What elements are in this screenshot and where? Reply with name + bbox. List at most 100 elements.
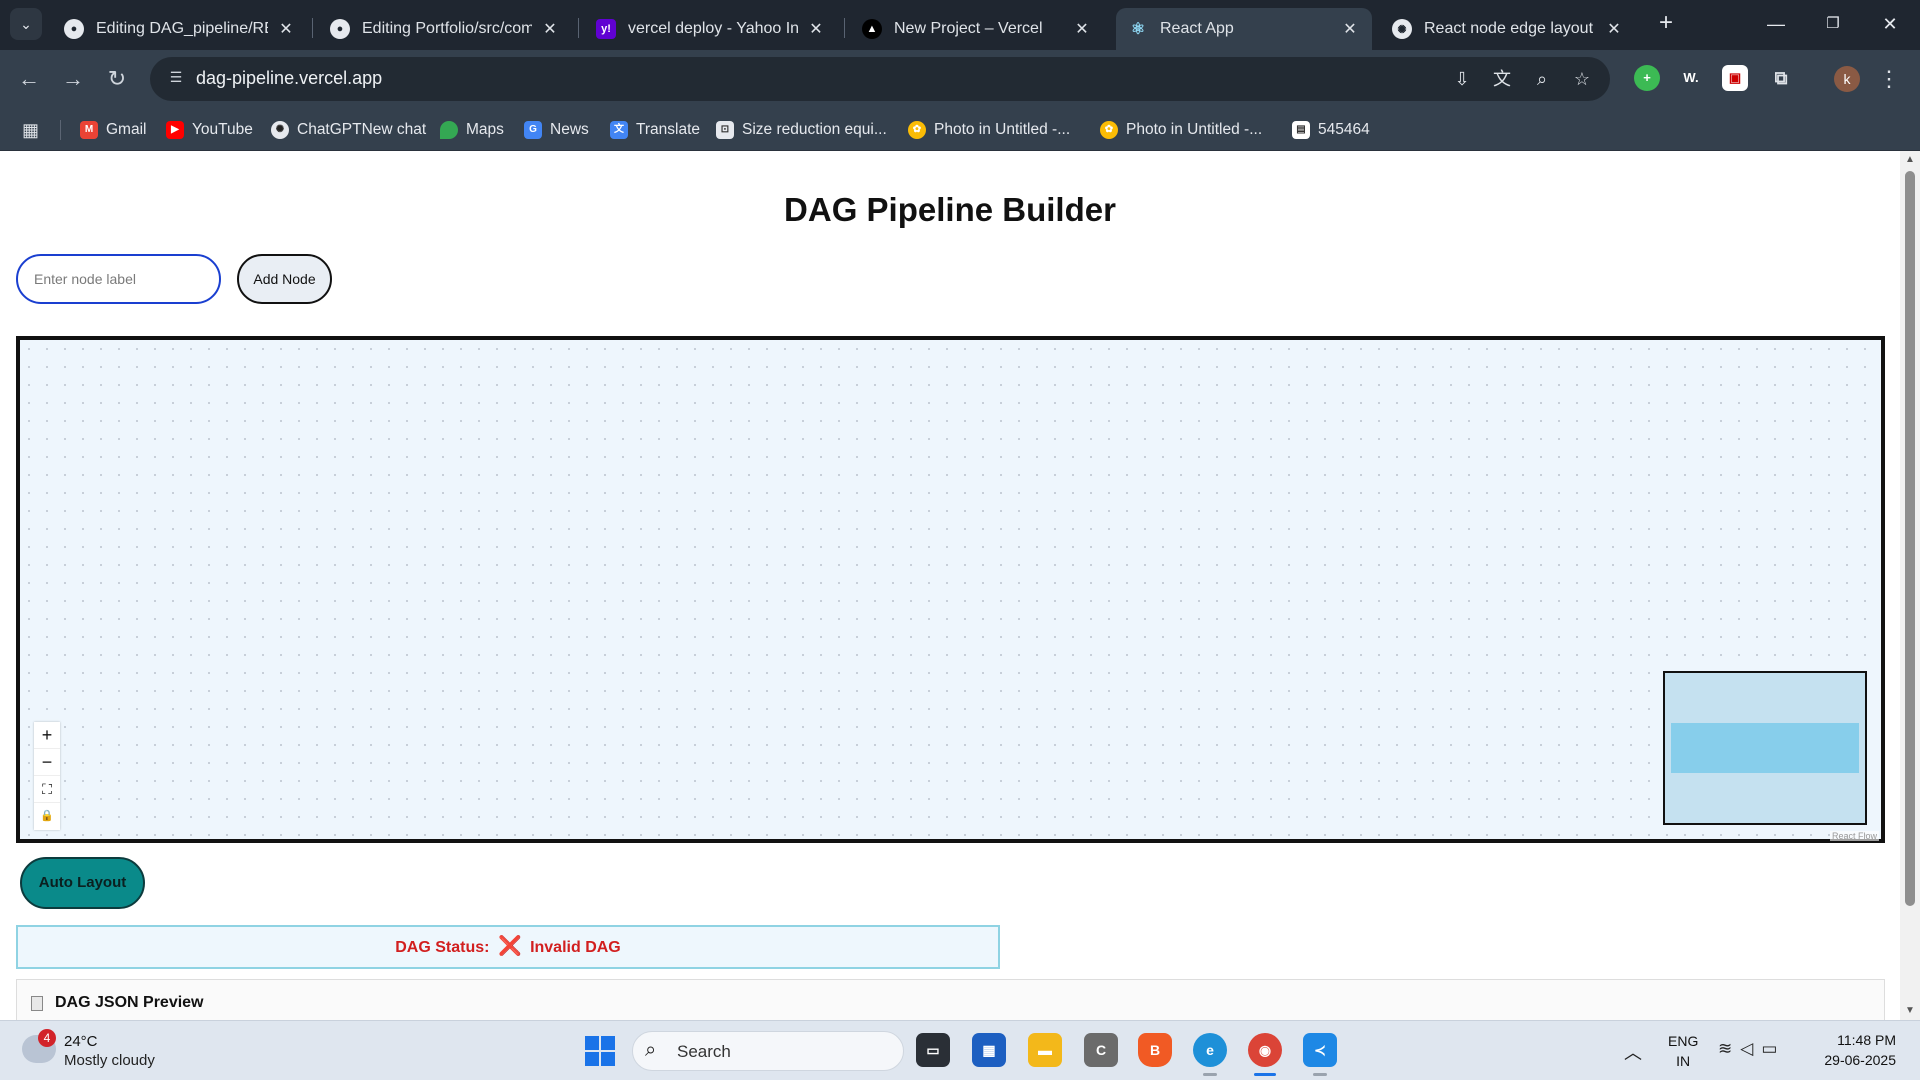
lock-button[interactable]: 🔒 <box>34 803 60 830</box>
bookmark-maps[interactable]: Maps <box>440 118 504 142</box>
chevron-down-icon: ⌄ <box>20 15 32 32</box>
yahoo-icon: y! <box>596 19 616 39</box>
address-bar[interactable]: ☰ dag-pipeline.vercel.app ⇩ 文 ⌕ ☆ <box>150 57 1610 101</box>
close-icon[interactable]: ✕ <box>276 19 296 39</box>
dag-status-box: DAG Status: ❌ Invalid DAG <box>16 925 1000 969</box>
gmail-icon: M <box>80 121 98 139</box>
doc-icon: ⊡ <box>716 121 734 139</box>
system-clock[interactable]: 11:48 PM 29-06-2025 <box>1806 1030 1896 1070</box>
json-preview-panel: DAG JSON Preview <box>16 979 1885 1020</box>
close-icon[interactable]: ✕ <box>1604 19 1624 39</box>
start-logo-tile <box>601 1052 615 1066</box>
react-flow-attribution[interactable]: React Flow <box>1830 831 1880 841</box>
battery-icon: ▭ <box>1761 1039 1786 1058</box>
chrome-browser-icon[interactable]: ◉ <box>1248 1033 1282 1067</box>
tab-separator <box>312 18 313 38</box>
forward-button[interactable]: → <box>58 64 88 94</box>
minimap[interactable] <box>1663 671 1867 825</box>
add-node-button[interactable]: Add Node <box>237 254 332 304</box>
extension-green-plus-icon[interactable]: + <box>1634 65 1660 91</box>
minimize-button[interactable]: — <box>1756 10 1796 38</box>
auto-layout-button[interactable]: Auto Layout <box>20 857 145 909</box>
scrollbar-thumb[interactable] <box>1905 171 1915 906</box>
close-window-button[interactable]: ✕ <box>1870 10 1910 38</box>
extension-calendar-icon[interactable]: ▣ <box>1722 65 1748 91</box>
close-icon[interactable]: ✕ <box>1340 19 1360 39</box>
json-preview-header[interactable]: DAG JSON Preview <box>31 994 204 1012</box>
active-indicator <box>1254 1073 1276 1076</box>
back-button[interactable]: ← <box>14 64 44 94</box>
reload-button[interactable]: ↻ <box>102 64 132 94</box>
bookmark-news[interactable]: G News <box>524 118 589 142</box>
tab-vercel-new-project[interactable]: ▲ New Project – Vercel ✕ <box>850 8 1104 50</box>
bookmark-youtube[interactable]: ▶ YouTube <box>166 118 253 142</box>
edge-browser-icon[interactable]: e <box>1193 1033 1227 1067</box>
tab-yahoo-search[interactable]: y! vercel deploy - Yahoo India ✕ <box>584 8 838 50</box>
invalid-x-icon: ❌ <box>497 936 522 957</box>
image-icon: ▤ <box>1292 121 1310 139</box>
profile-avatar[interactable]: k <box>1834 66 1860 92</box>
close-icon[interactable]: ✕ <box>1072 19 1092 39</box>
zoom-out-button[interactable]: − <box>34 749 60 776</box>
tab-react-node-edge-layout[interactable]: ✺ React node edge layout ✕ <box>1380 8 1636 50</box>
bookmark-chatgpt[interactable]: ✺ ChatGPTNew chat <box>271 118 426 142</box>
windows-start-button[interactable] <box>584 1035 616 1067</box>
weather-temperature: 24°C <box>64 1033 98 1050</box>
url-text[interactable]: dag-pipeline.vercel.app <box>196 68 382 89</box>
apps-grid-icon[interactable]: ▦ <box>22 120 42 140</box>
file-explorer-icon[interactable]: ▬ <box>1028 1033 1062 1067</box>
flow-controls: + − ⛶ 🔒 <box>34 722 60 830</box>
menu-kebab-icon[interactable]: ⋮ <box>1878 64 1900 94</box>
install-app-icon[interactable]: ⇩ <box>1450 67 1474 91</box>
page-title: DAG Pipeline Builder <box>784 191 1116 228</box>
scroll-down-icon[interactable]: ▼ <box>1904 1005 1916 1017</box>
minimap-node <box>1671 723 1859 773</box>
chatgpt-icon: ✺ <box>271 121 289 139</box>
bookmark-translate[interactable]: 文 Translate <box>610 118 700 142</box>
tab-search-button[interactable]: ⌄ <box>10 8 42 40</box>
terminal-app-icon[interactable]: C <box>1084 1033 1118 1067</box>
bookmark-photo-1[interactable]: ✿ Photo in Untitled -... <box>908 118 1070 142</box>
page-scrollbar[interactable]: ▲ ▼ <box>1900 151 1920 1020</box>
close-icon[interactable]: ✕ <box>540 19 560 39</box>
start-logo-tile <box>601 1036 615 1050</box>
task-view-icon[interactable]: ▭ <box>916 1033 950 1067</box>
node-label-input[interactable] <box>16 254 221 304</box>
tab-separator <box>844 18 845 38</box>
tab-separator <box>578 18 579 38</box>
wifi-icon: ≋ <box>1718 1039 1741 1058</box>
status-value: Invalid DAG <box>530 939 621 956</box>
close-icon[interactable]: ✕ <box>806 19 826 39</box>
new-tab-button[interactable]: + <box>1652 10 1680 38</box>
running-indicator <box>1203 1073 1217 1076</box>
flow-canvas[interactable]: + − ⛶ 🔒 React Flow <box>16 336 1885 843</box>
taskbar-search[interactable]: ⌕ Search <box>632 1031 904 1071</box>
system-tray-icons[interactable]: ≋◁▭ <box>1718 1039 1785 1059</box>
zoom-in-button[interactable]: + <box>34 722 60 749</box>
extension-w-icon[interactable]: W. <box>1678 65 1704 91</box>
bookmark-photo-2[interactable]: ✿ Photo in Untitled -... <box>1100 118 1262 142</box>
extensions-puzzle-icon[interactable]: ⧉ <box>1768 65 1794 91</box>
bookmark-star-icon[interactable]: ☆ <box>1570 67 1594 91</box>
bookmark-size-reduction[interactable]: ⊡ Size reduction equi... <box>716 118 887 142</box>
page-content: DAG Pipeline Builder Add Node + − ⛶ 🔒 Re… <box>0 151 1900 1020</box>
tab-github-portfolio[interactable]: ● Editing Portfolio/src/comp ✕ <box>318 8 572 50</box>
fit-view-button[interactable]: ⛶ <box>34 776 60 803</box>
restore-button[interactable]: ❐ <box>1813 10 1853 38</box>
microsoft-store-icon[interactable]: ▦ <box>972 1033 1006 1067</box>
brave-browser-icon[interactable]: B <box>1138 1033 1172 1067</box>
windows-taskbar: 4 24°C Mostly cloudy ⌕ Search ▭ ▦ ▬ C B … <box>0 1020 1920 1080</box>
tray-chevron-up-icon[interactable]: ︿ <box>1624 1039 1642 1065</box>
tab-react-app[interactable]: ⚛ React App ✕ <box>1116 8 1372 50</box>
zoom-icon[interactable]: ⌕ <box>1530 67 1554 91</box>
bookmark-545464[interactable]: ▤ 545464 <box>1292 118 1370 142</box>
bookmark-gmail[interactable]: M Gmail <box>80 118 146 142</box>
site-info-icon[interactable]: ☰ <box>166 69 186 89</box>
vscode-icon[interactable]: ≺ <box>1303 1033 1337 1067</box>
maps-icon <box>440 121 458 139</box>
translate-icon[interactable]: 文 <box>1490 67 1514 91</box>
scroll-up-icon[interactable]: ▲ <box>1904 154 1916 166</box>
tab-github-dag-readme[interactable]: ● Editing DAG_pipeline/READ ✕ <box>52 8 308 50</box>
language-indicator[interactable]: ENG IN <box>1668 1031 1698 1071</box>
browser-toolbar: ← → ↻ ☰ dag-pipeline.vercel.app ⇩ 文 ⌕ ☆ … <box>0 50 1920 108</box>
